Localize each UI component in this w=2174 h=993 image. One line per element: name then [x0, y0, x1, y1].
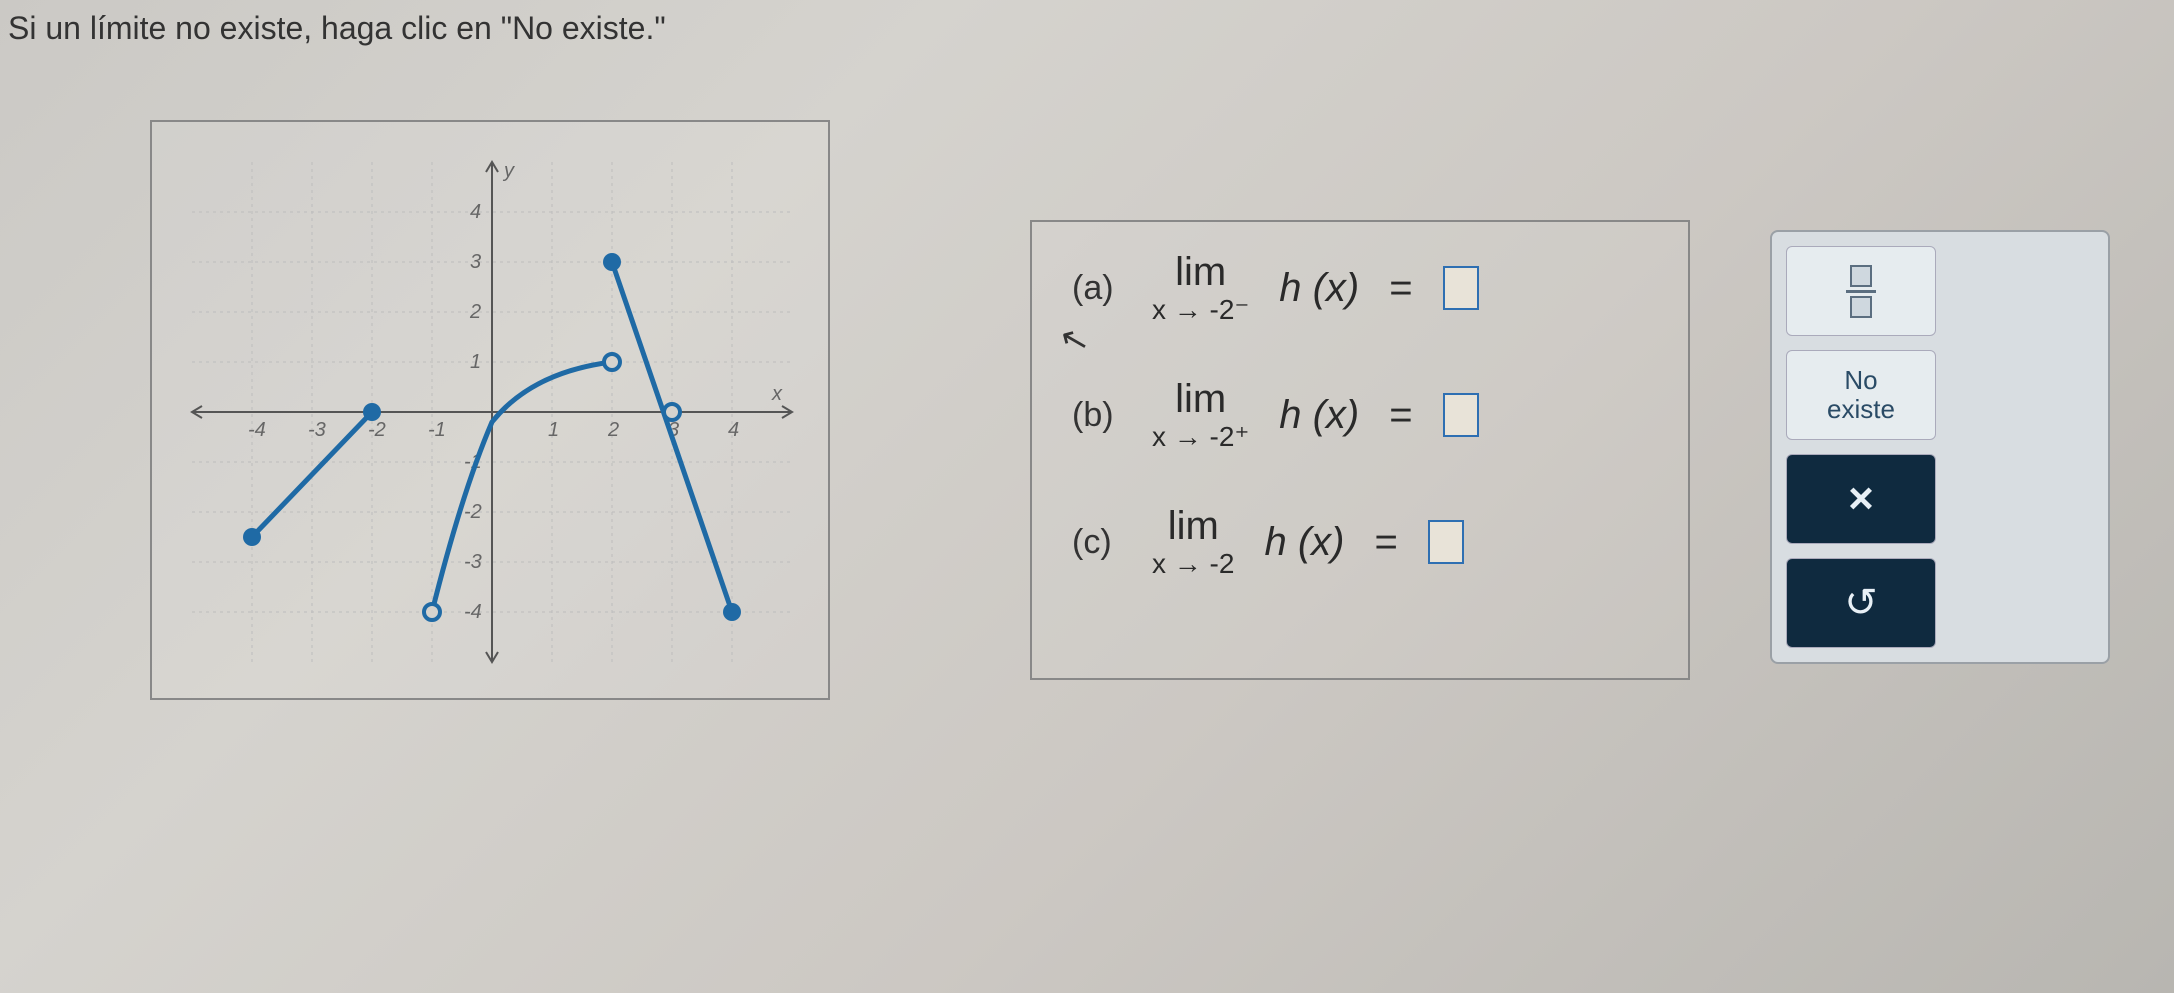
answer-input-b[interactable]	[1443, 393, 1479, 437]
fraction-button[interactable]	[1786, 246, 1936, 336]
no-existe-label: No existe	[1827, 366, 1895, 423]
answers-panel: (a) lim x → -2⁻ h (x) = (b) lim x → -2⁺ …	[1030, 220, 1690, 680]
close-icon: ×	[1848, 474, 1874, 524]
answer-input-a[interactable]	[1443, 266, 1479, 310]
svg-text:4: 4	[728, 419, 739, 441]
instruction-text: Si un límite no existe, haga clic en "No…	[8, 10, 666, 47]
svg-text:2: 2	[607, 419, 619, 441]
axes	[192, 162, 792, 662]
svg-text:4: 4	[470, 201, 481, 223]
answer-row-b: (b) lim x → -2⁺ h (x) =	[1072, 379, 1648, 451]
x-axis-label: x	[771, 383, 783, 405]
svg-text:1: 1	[548, 419, 559, 441]
svg-text:-3: -3	[308, 419, 326, 441]
answer-label-c: (c)	[1072, 523, 1122, 562]
answer-row-a: (a) lim x → -2⁻ h (x) =	[1072, 252, 1648, 324]
no-existe-button[interactable]: No existe	[1786, 350, 1936, 440]
svg-text:-2: -2	[368, 419, 386, 441]
function-b: h (x)	[1279, 393, 1359, 438]
answer-input-c[interactable]	[1428, 520, 1464, 564]
limit-expression-a: lim x → -2⁻	[1152, 252, 1249, 324]
svg-text:-4: -4	[464, 601, 482, 623]
svg-text:-2: -2	[464, 501, 482, 523]
y-axis-label: y	[502, 160, 515, 182]
answer-label-a: (a)	[1072, 269, 1122, 308]
limit-expression-b: lim x → -2⁺	[1152, 379, 1249, 451]
graph-panel: -4 -3 -2 -1 1 2 3 4 4 3 2 1 -1 -2 -3 -4 …	[150, 120, 830, 700]
tick-labels: -4 -3 -2 -1 1 2 3 4 4 3 2 1 -1 -2 -3 -4 …	[248, 160, 783, 623]
fraction-icon	[1846, 265, 1876, 318]
function-a: h (x)	[1279, 266, 1359, 311]
svg-text:3: 3	[470, 251, 481, 273]
svg-text:1: 1	[470, 351, 481, 373]
equals-b: =	[1389, 393, 1412, 438]
function-c: h (x)	[1264, 520, 1344, 565]
answer-label-b: (b)	[1072, 396, 1122, 435]
input-palette: No existe × ↺	[1770, 230, 2110, 664]
undo-button[interactable]: ↺	[1786, 558, 1936, 648]
equals-c: =	[1374, 520, 1397, 565]
svg-text:2: 2	[469, 301, 481, 323]
graph-svg: -4 -3 -2 -1 1 2 3 4 4 3 2 1 -1 -2 -3 -4 …	[152, 122, 832, 702]
svg-text:-4: -4	[248, 419, 266, 441]
svg-text:-3: -3	[464, 551, 482, 573]
equals-a: =	[1389, 266, 1412, 311]
limit-expression-c: lim x → -2	[1152, 506, 1234, 578]
undo-icon: ↺	[1844, 580, 1878, 626]
svg-text:-1: -1	[428, 419, 446, 441]
clear-button[interactable]: ×	[1786, 454, 1936, 544]
answer-row-c: (c) lim x → -2 h (x) =	[1072, 506, 1648, 578]
